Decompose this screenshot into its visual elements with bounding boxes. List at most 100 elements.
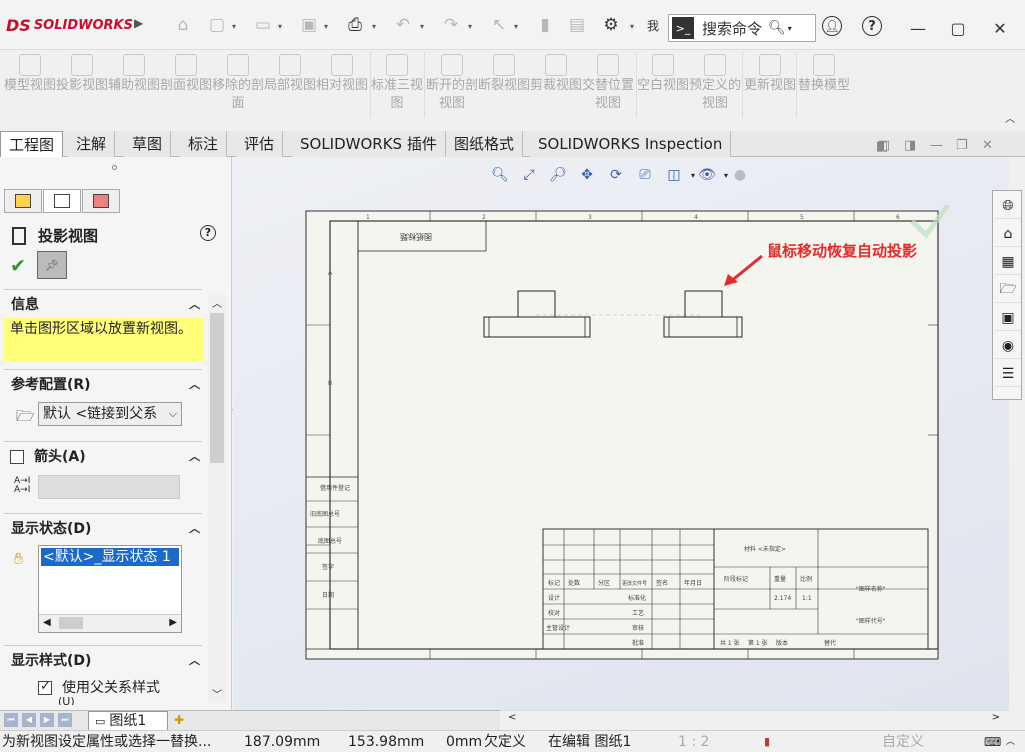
graphics-horizontal-scrollbar[interactable]: < > — [500, 710, 1008, 728]
tab-sketch[interactable]: 草图 — [124, 131, 172, 157]
scroll-down-icon[interactable]: ﹀ — [212, 686, 222, 701]
crop-view-button[interactable]: 剪裁视图 — [530, 52, 582, 126]
sheet-tab[interactable]: ▭ 图纸1 — [88, 711, 168, 731]
scroll-right-icon[interactable]: > — [992, 712, 1000, 723]
standard-3-view-button[interactable]: 标准三视图 — [371, 52, 423, 126]
status-scale[interactable]: 1 : 2 — [678, 731, 709, 752]
hide-show-items-icon[interactable]: 👁︎ — [695, 163, 719, 187]
save-dropdown-icon[interactable]: ▾ — [324, 22, 328, 31]
rotate-icon[interactable]: ⟳ — [604, 163, 628, 187]
doc-next-icon[interactable]: ◨ — [904, 138, 916, 153]
tab-inspection[interactable]: SOLIDWORKS Inspection — [530, 131, 732, 157]
empty-view-button[interactable]: 空白视图 — [637, 52, 689, 126]
scroll-left-icon[interactable]: < — [508, 712, 516, 723]
section-view-button[interactable]: 剖面视图 — [160, 52, 212, 126]
doc-restore-icon[interactable]: ❐ — [956, 138, 968, 153]
maximize-icon[interactable]: ▢ — [946, 16, 970, 40]
home-icon[interactable]: ⌂ — [995, 221, 1021, 247]
projected-view-button[interactable]: 投影视图 — [56, 52, 108, 126]
panel-vertical-scrollbar[interactable]: ︿ ﹀ — [208, 293, 226, 703]
model-view-button[interactable]: 模型视图 — [4, 52, 56, 126]
section-header[interactable]: 信息 ︿ — [4, 295, 204, 315]
redo-dropdown-icon[interactable]: ▾ — [468, 22, 472, 31]
print-dropdown-icon[interactable]: ▾ — [372, 22, 376, 31]
options-dropdown-icon[interactable]: ▾ — [630, 22, 634, 31]
scroll-up-icon[interactable]: ︿ — [212, 295, 222, 310]
options-gear-icon[interactable]: ⚙ — [600, 14, 622, 36]
search-input[interactable]: 搜索命令 — [702, 18, 762, 39]
status-dropdown-icon[interactable]: ︿ — [1006, 731, 1015, 752]
zoom-to-fit-icon[interactable]: 🔍︎ — [488, 163, 512, 187]
section-header[interactable]: 显示状态(D) ︿ — [4, 519, 204, 539]
tab-drawing[interactable]: 工程图 — [0, 131, 64, 157]
configuration-manager-tab[interactable] — [82, 189, 120, 213]
property-manager-tab[interactable] — [43, 189, 81, 213]
minimize-icon[interactable]: — — [906, 16, 930, 40]
view-orientation-icon[interactable]: ◫ — [662, 163, 686, 187]
menu-expand-icon[interactable]: ▶ — [134, 16, 143, 30]
select-arrow-icon[interactable]: ↖ — [488, 14, 510, 36]
drawing-sheet[interactable]: 1 2 3 4 5 6 A B 图纸标题 借用件登记 旧底图总号 底图总号 签字… — [300, 205, 950, 665]
doc-prev-icon[interactable]: ◧ — [878, 138, 890, 153]
removed-section-button[interactable]: 移除的剖面 — [212, 52, 264, 126]
add-sheet-icon[interactable]: ✚ — [174, 713, 184, 727]
section-header[interactable]: 参考配置(R) ︿ — [4, 375, 204, 395]
use-parent-style-option[interactable]: 使用父关系样式 — [38, 677, 160, 697]
user-account-icon[interactable]: 👤︎ — [822, 16, 842, 36]
search-dropdown-icon[interactable]: ▾ — [788, 24, 792, 33]
select-dropdown-icon[interactable]: ▾ — [514, 22, 518, 31]
display-state-list[interactable]: <默认>_显示状态 1 ◀ ▶ — [38, 545, 182, 633]
list-horizontal-scrollbar[interactable]: ◀ ▶ — [39, 614, 181, 632]
replace-model-button[interactable]: 替换模型 — [798, 52, 850, 126]
auxiliary-view-button[interactable]: 辅助视图 — [108, 52, 160, 126]
print-icon[interactable]: ⎙ — [344, 14, 366, 36]
panel-handle-icon[interactable] — [112, 165, 117, 170]
arrow-checkbox[interactable] — [10, 450, 24, 464]
quick-tips-icon[interactable]: ⌨︎ — [984, 731, 1001, 752]
quick-menu-tail[interactable]: 我 — [642, 14, 664, 36]
tab-evaluate[interactable]: 评估 — [236, 131, 284, 157]
collapse-ribbon-icon[interactable]: ︿ — [1005, 110, 1015, 125]
reference-configuration-select[interactable]: 默认 <链接到父系 ⌵ — [38, 402, 182, 426]
status-units[interactable]: 自定义 — [882, 731, 924, 752]
predefined-view-button[interactable]: 预定义的视图 — [689, 52, 741, 126]
list-item[interactable]: <默认>_显示状态 1 — [41, 548, 179, 566]
prev-sheet-icon[interactable]: ◀ — [22, 713, 36, 727]
collapse-icon[interactable]: ︿ — [189, 295, 200, 315]
custom-properties-icon[interactable]: ☰ — [995, 361, 1021, 387]
last-sheet-icon[interactable]: ⏭ — [58, 713, 72, 727]
appearances-icon[interactable]: ◉ — [995, 333, 1021, 359]
section-header[interactable]: 显示样式(D) ︿ — [4, 651, 204, 671]
file-properties-icon[interactable]: ▤ — [566, 14, 588, 36]
collapse-icon[interactable]: ︿ — [189, 375, 200, 395]
tab-annotation[interactable]: 注解 — [68, 131, 116, 157]
help-icon[interactable]: ? — [862, 16, 882, 36]
redo-icon[interactable]: ↷ — [440, 14, 462, 36]
design-library-icon[interactable]: ▦ — [995, 249, 1021, 275]
rebuild-icon[interactable]: ▮ — [534, 14, 556, 36]
ok-check-icon[interactable]: ✔ — [10, 255, 26, 277]
rebuild-status-icon[interactable]: ▮ — [764, 731, 770, 752]
help-icon[interactable]: ? — [200, 225, 216, 241]
home-icon[interactable]: ⌂ — [172, 14, 194, 36]
solidworks-logo[interactable]: DS SOLIDWORKS — [6, 16, 133, 35]
tab-sheet-format[interactable]: 图纸格式 — [446, 131, 524, 157]
undo-dropdown-icon[interactable]: ▾ — [420, 22, 424, 31]
scroll-right-icon[interactable]: ▶ — [169, 617, 177, 628]
solidworks-resources-icon[interactable]: 🌐︎ — [995, 193, 1021, 219]
pan-icon[interactable]: ✥ — [575, 163, 599, 187]
zoom-to-area-icon[interactable]: ⤢ — [517, 163, 541, 187]
view-palette-icon[interactable]: ▣ — [995, 305, 1021, 331]
scroll-left-icon[interactable]: ◀ — [43, 617, 51, 628]
open-dropdown-icon[interactable]: ▾ — [278, 22, 282, 31]
pushpin-icon[interactable]: 📌︎ — [37, 251, 67, 279]
doc-minimize-icon[interactable]: — — [930, 138, 943, 153]
save-icon[interactable]: ▣ — [298, 14, 320, 36]
update-views-button[interactable]: 更新视图 — [744, 52, 796, 126]
tab-markup[interactable]: 标注 — [180, 131, 228, 157]
collapse-icon[interactable]: ︿ — [189, 447, 200, 467]
break-view-button[interactable]: 断裂视图 — [478, 52, 530, 126]
new-document-icon[interactable]: ▢ — [206, 14, 228, 36]
next-sheet-icon[interactable]: ▶ — [40, 713, 54, 727]
relative-view-button[interactable]: 相对视图 — [316, 52, 368, 126]
